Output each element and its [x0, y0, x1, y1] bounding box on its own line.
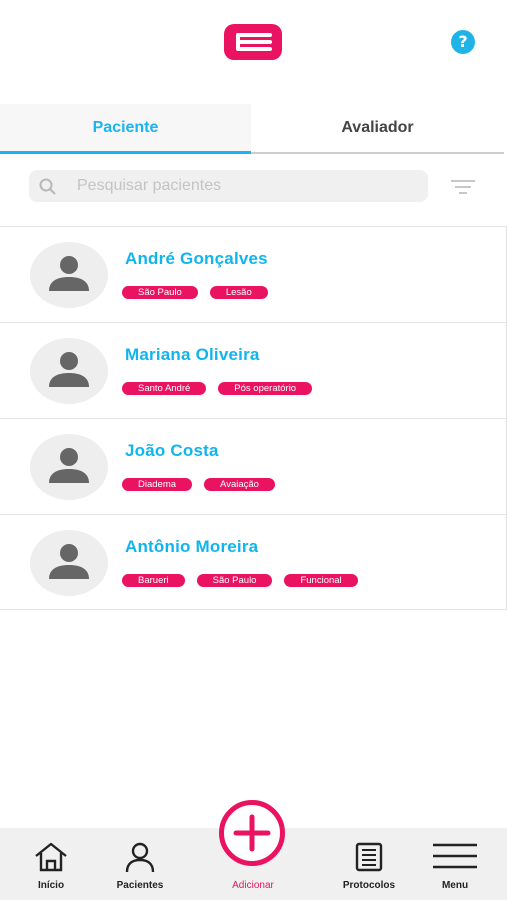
nav-label: Protocolos	[342, 880, 396, 891]
home-icon	[35, 842, 67, 872]
tab-avaliador[interactable]: Avaliador	[251, 104, 504, 154]
patient-row[interactable]: André Gonçalves São Paulo Lesão	[0, 226, 507, 322]
tag-badge: Avaiação	[204, 478, 275, 491]
avatar	[30, 242, 108, 308]
tag-badge: São Paulo	[196, 574, 273, 587]
nav-inicio[interactable]: Início	[20, 828, 82, 900]
app-header: ?	[0, 0, 507, 100]
help-icon[interactable]: ?	[451, 30, 475, 54]
person-icon	[49, 352, 89, 387]
patient-row[interactable]: Mariana Oliveira Santo André Pós operató…	[0, 322, 507, 418]
tag-badge: Santo André	[122, 382, 207, 395]
avatar	[30, 434, 108, 500]
tag-badge: Lesão	[209, 286, 268, 299]
patient-name: André Gonçalves	[125, 249, 268, 268]
nav-pacientes[interactable]: Pacientes	[105, 828, 175, 900]
document-icon	[355, 842, 383, 872]
nav-label: Início	[37, 880, 65, 891]
tag-badge: Pós operatório	[218, 382, 313, 395]
brand-logo-icon[interactable]	[224, 24, 282, 60]
tag-badge: São Paulo	[122, 286, 198, 299]
person-icon	[49, 544, 89, 579]
filter-icon[interactable]	[451, 178, 475, 196]
nav-label: Pacientes	[116, 880, 164, 891]
menu-icon	[433, 843, 477, 869]
nav-protocolos[interactable]: Protocolos	[333, 828, 405, 900]
person-icon	[49, 448, 89, 483]
tab-paciente[interactable]: Paciente	[0, 104, 251, 154]
nav-label: Menu	[441, 880, 469, 891]
nav-label: Adicionar	[232, 880, 274, 891]
nav-menu[interactable]: Menu	[426, 828, 484, 900]
tag-group: Santo André Pós operatório	[122, 382, 313, 395]
tag-group: Diadema Avaiação	[122, 478, 275, 491]
search-placeholder[interactable]: Pesquisar pacientes	[77, 177, 221, 195]
tag-badge: Diadema	[122, 478, 193, 491]
patient-name: Antônio Moreira	[125, 537, 259, 556]
add-button[interactable]	[219, 800, 285, 866]
plus-icon	[233, 814, 271, 852]
tag-badge: Funcional	[284, 574, 358, 587]
avatar	[30, 338, 108, 404]
avatar	[30, 530, 108, 596]
patient-name: Mariana Oliveira	[125, 345, 260, 364]
tag-group: São Paulo Lesão	[122, 286, 268, 299]
person-icon	[125, 842, 155, 873]
patient-name: João Costa	[125, 441, 219, 460]
search-icon	[39, 178, 56, 195]
tag-badge: Barueri	[122, 574, 185, 587]
person-icon	[49, 256, 89, 291]
search-field[interactable]: Pesquisar pacientes	[29, 170, 428, 202]
tag-group: Barueri São Paulo Funcional	[122, 574, 358, 587]
tab-bar: Paciente Avaliador	[0, 104, 504, 154]
patient-row[interactable]: João Costa Diadema Avaiação	[0, 418, 507, 514]
patient-list: André Gonçalves São Paulo Lesão Mariana …	[0, 226, 507, 610]
patient-row[interactable]: Antônio Moreira Barueri São Paulo Funcio…	[0, 514, 507, 610]
